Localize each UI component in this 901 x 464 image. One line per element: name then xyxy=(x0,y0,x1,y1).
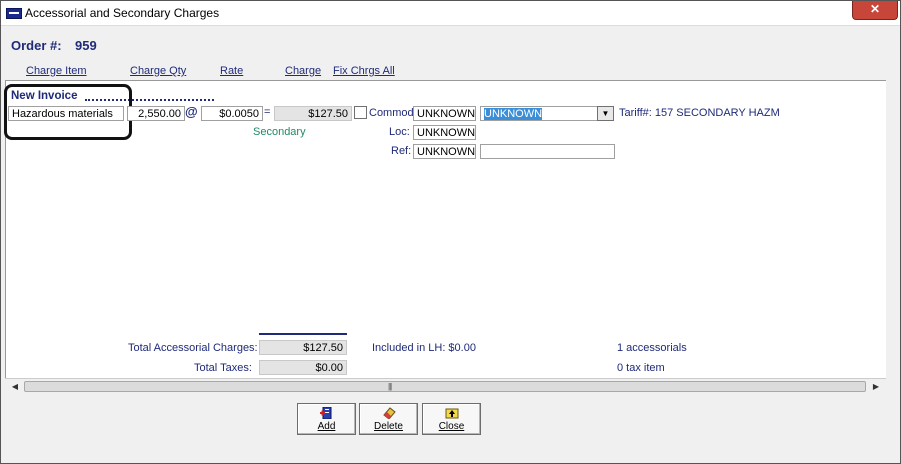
delete-button-label: Delete xyxy=(374,421,403,432)
equals-sign: = xyxy=(264,106,271,118)
commod-code-field[interactable]: UNKNOWN xyxy=(413,106,476,121)
eraser-icon xyxy=(382,407,396,420)
close-button[interactable]: Close xyxy=(422,403,481,435)
title-bar: Accessorial and Secondary Charges ✕ xyxy=(1,1,900,26)
scroll-right-icon[interactable]: ▶ xyxy=(868,379,884,395)
app-icon xyxy=(6,8,22,19)
window-title: Accessorial and Secondary Charges xyxy=(25,6,220,20)
chevron-down-icon[interactable]: ▼ xyxy=(597,106,614,121)
loc-label: Loc: xyxy=(389,126,410,138)
order-number-value: 959 xyxy=(75,38,97,53)
column-header-rate[interactable]: Rate xyxy=(220,65,243,77)
total-taxes-value: $0.00 xyxy=(259,360,347,375)
secondary-label: Secondary xyxy=(253,126,306,138)
fix-charges-all-link[interactable]: Fix Chrgs All xyxy=(333,65,395,77)
highlight-callout xyxy=(4,84,132,140)
order-number-label: Order #: xyxy=(11,38,62,53)
delete-button[interactable]: Delete xyxy=(359,403,418,435)
ref-label: Ref: xyxy=(391,145,412,157)
commod-select[interactable]: UNKNOWN xyxy=(480,106,598,121)
loc-field[interactable]: UNKNOWN xyxy=(413,125,476,140)
horizontal-scrollbar[interactable]: ◀ ||| ▶ xyxy=(5,378,886,395)
charge-qty-field[interactable]: 2,550.00 xyxy=(127,106,185,121)
add-button-label: Add xyxy=(317,421,336,432)
rate-field[interactable]: $0.0050 xyxy=(201,106,263,121)
ref-extra-field[interactable] xyxy=(480,144,615,159)
charge-amount-field: $127.50 xyxy=(274,106,352,121)
included-in-lh-text: Included in LH: $0.00 xyxy=(372,342,476,354)
add-icon xyxy=(319,406,334,420)
grip-icon: ||| xyxy=(388,382,392,391)
total-taxes-label: Total Taxes: xyxy=(194,362,252,374)
accessorials-count: 1 accessorials xyxy=(617,342,687,354)
folder-icon xyxy=(445,407,459,419)
accessorial-charges-window: Accessorial and Secondary Charges ✕ Orde… xyxy=(0,0,901,464)
scroll-thumb[interactable]: ||| xyxy=(24,381,866,392)
scroll-left-icon[interactable]: ◀ xyxy=(7,379,23,395)
commod-label: Commod: xyxy=(369,107,417,119)
column-header-charge[interactable]: Charge xyxy=(285,65,321,77)
total-accessorial-label: Total Accessorial Charges: xyxy=(128,342,258,354)
total-accessorial-value: $127.50 xyxy=(259,340,347,355)
at-sign: @ xyxy=(185,104,198,119)
ref-field[interactable]: UNKNOWN xyxy=(413,144,476,159)
column-header-charge-item[interactable]: Charge Item xyxy=(26,65,87,77)
add-button[interactable]: Add xyxy=(297,403,356,435)
commod-checkbox[interactable] xyxy=(354,106,367,119)
total-underline xyxy=(259,333,347,335)
tariff-label: Tariff#: 157 SECONDARY HAZM xyxy=(619,107,780,119)
tax-items-count: 0 tax item xyxy=(617,362,665,374)
scrollbar-corner xyxy=(886,80,898,394)
column-header-charge-qty[interactable]: Charge Qty xyxy=(130,65,186,77)
close-button-label: Close xyxy=(438,421,465,432)
window-close-button[interactable]: ✕ xyxy=(852,1,898,20)
commod-select-value: UNKNOWN xyxy=(484,108,543,120)
